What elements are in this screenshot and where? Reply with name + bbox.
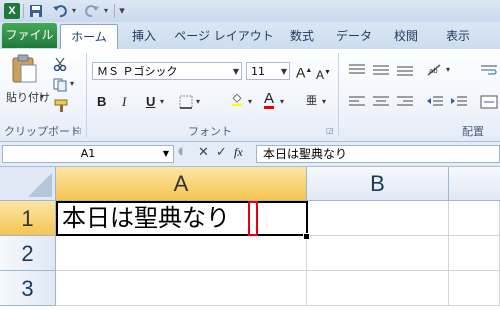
phonetic-dropdown-icon[interactable]: ▾: [322, 97, 326, 106]
grow-font-icon: A: [296, 64, 306, 81]
redo-icon[interactable]: [84, 3, 100, 19]
ribbon-tabs: ファイル ホーム 挿入 ページ レイアウト 数式 データ 校閲 表示: [0, 22, 500, 50]
enter-entry-button[interactable]: ✓: [216, 145, 227, 160]
save-icon[interactable]: [28, 3, 44, 19]
column-header-b[interactable]: B: [307, 167, 449, 201]
chevron-down-icon: ▼: [280, 67, 287, 76]
italic-button[interactable]: I: [122, 94, 126, 110]
shrink-font-icon: A: [316, 68, 325, 82]
cell-a3[interactable]: [56, 271, 307, 306]
font-name-value: ＭＳ Ｐゴシック: [97, 65, 178, 78]
formula-bar: A1 ▼ ◖ ✕ ✓ fx 本日は聖典なり: [0, 142, 500, 167]
format-painter-icon[interactable]: [52, 99, 70, 113]
tab-formulas[interactable]: 数式: [280, 24, 324, 49]
cell-a2[interactable]: [56, 236, 307, 271]
cell-b3[interactable]: [307, 271, 449, 306]
borders-icon[interactable]: [178, 95, 196, 109]
redo-dropdown-icon[interactable]: ▾: [101, 3, 111, 19]
align-left-icon[interactable]: [348, 95, 366, 109]
excel-logo-icon[interactable]: X: [4, 3, 20, 19]
group-label-alignment: 配置: [462, 125, 484, 138]
orientation-icon[interactable]: ab: [426, 63, 444, 77]
fill-color-dropdown-icon[interactable]: ▾: [248, 97, 252, 106]
qat-separator: [114, 4, 115, 18]
column-header-c[interactable]: [449, 167, 500, 201]
select-all-icon: [28, 173, 52, 197]
bold-button[interactable]: B: [97, 94, 106, 110]
align-bottom-icon[interactable]: [396, 63, 414, 77]
cell-c3[interactable]: [449, 271, 500, 306]
grow-font-button[interactable]: A▲: [296, 63, 312, 81]
clipboard-launcher-icon[interactable]: ◲: [74, 126, 82, 135]
copy-dropdown-icon[interactable]: ▾: [70, 79, 74, 88]
align-middle-icon[interactable]: [372, 63, 390, 77]
undo-dropdown-icon[interactable]: ▾: [69, 3, 79, 19]
align-right-icon[interactable]: [396, 95, 414, 109]
formula-buttons: ◖ ✕ ✓ fx: [178, 145, 252, 163]
ribbon-home: 貼り付け ▾ ▾ クリップボード ◲ ＭＳ Ｐゴシック ▼ 11 ▼ A▲ A▼…: [0, 49, 500, 142]
group-label-clipboard: クリップボード: [4, 125, 81, 138]
tab-view[interactable]: 表示: [436, 24, 480, 49]
group-separator: [86, 53, 87, 137]
row-header-1[interactable]: 1: [0, 201, 56, 236]
group-label-font: フォント: [188, 125, 232, 138]
worksheet-grid: A B 1 2 3 本日は聖典なり: [0, 167, 500, 310]
phonetic-button[interactable]: 亜: [306, 93, 317, 109]
tab-insert[interactable]: 挿入: [122, 24, 166, 49]
column-header-a[interactable]: A: [56, 167, 307, 201]
wrap-text-icon[interactable]: [480, 63, 498, 77]
row-header-3[interactable]: 3: [0, 271, 56, 306]
tab-home[interactable]: ホーム: [60, 24, 118, 50]
shrink-font-button[interactable]: A▼: [316, 65, 331, 83]
font-color-dropdown-icon[interactable]: ▾: [280, 97, 284, 106]
paste-icon[interactable]: [10, 54, 38, 84]
name-box[interactable]: A1 ▼: [2, 145, 174, 163]
customize-qat-icon[interactable]: ▾: [117, 3, 127, 19]
font-color-button[interactable]: A: [264, 91, 275, 109]
select-all-corner[interactable]: [0, 167, 56, 201]
undo-icon[interactable]: [52, 3, 68, 19]
name-box-value: A1: [80, 147, 96, 160]
tab-review[interactable]: 校閲: [384, 24, 428, 49]
paste-dropdown-icon[interactable]: ▾: [40, 92, 44, 101]
tab-file[interactable]: ファイル: [2, 23, 57, 48]
font-size-select[interactable]: 11 ▼: [246, 62, 290, 80]
orientation-dropdown-icon[interactable]: ▾: [446, 65, 450, 74]
quick-access-toolbar: X ▾ ▾ ▾: [0, 0, 500, 22]
cell-b1[interactable]: [307, 201, 449, 236]
cancel-entry-button[interactable]: ✕: [198, 145, 209, 160]
grip-icon: ◖: [178, 146, 184, 157]
qat-separator: [23, 4, 24, 18]
insert-function-button[interactable]: fx: [234, 145, 243, 160]
align-top-icon[interactable]: [348, 63, 366, 77]
svg-text:ab: ab: [429, 67, 438, 75]
font-launcher-icon[interactable]: ◲: [326, 126, 334, 135]
copy-icon[interactable]: [52, 78, 70, 92]
chevron-down-icon: ▼: [232, 67, 239, 76]
chevron-down-icon: ▼: [162, 149, 169, 158]
borders-dropdown-icon[interactable]: ▾: [196, 97, 200, 106]
cell-c1[interactable]: [449, 201, 500, 236]
font-size-value: 11: [251, 65, 265, 78]
cell-c2[interactable]: [449, 236, 500, 271]
align-center-icon[interactable]: [372, 95, 390, 109]
decrease-indent-icon[interactable]: [426, 95, 444, 109]
underline-button[interactable]: U: [146, 94, 155, 110]
underline-dropdown-icon[interactable]: ▾: [160, 97, 164, 106]
tab-page-layout[interactable]: ページ レイアウト: [174, 24, 274, 49]
cell-a1[interactable]: 本日は聖典なり: [56, 201, 308, 236]
text-cursor-highlight: [248, 201, 258, 236]
group-separator: [338, 53, 339, 137]
tab-data[interactable]: データ: [332, 24, 376, 49]
formula-input[interactable]: 本日は聖典なり: [256, 145, 500, 163]
cell-b2[interactable]: [307, 236, 449, 271]
fill-color-icon[interactable]: [228, 92, 246, 106]
increase-indent-icon[interactable]: [450, 95, 468, 109]
font-name-select[interactable]: ＭＳ Ｐゴシック ▼: [92, 62, 242, 80]
merge-center-icon[interactable]: [480, 95, 498, 109]
cut-icon[interactable]: [52, 57, 70, 71]
row-header-2[interactable]: 2: [0, 236, 56, 271]
fill-handle[interactable]: [303, 233, 310, 240]
